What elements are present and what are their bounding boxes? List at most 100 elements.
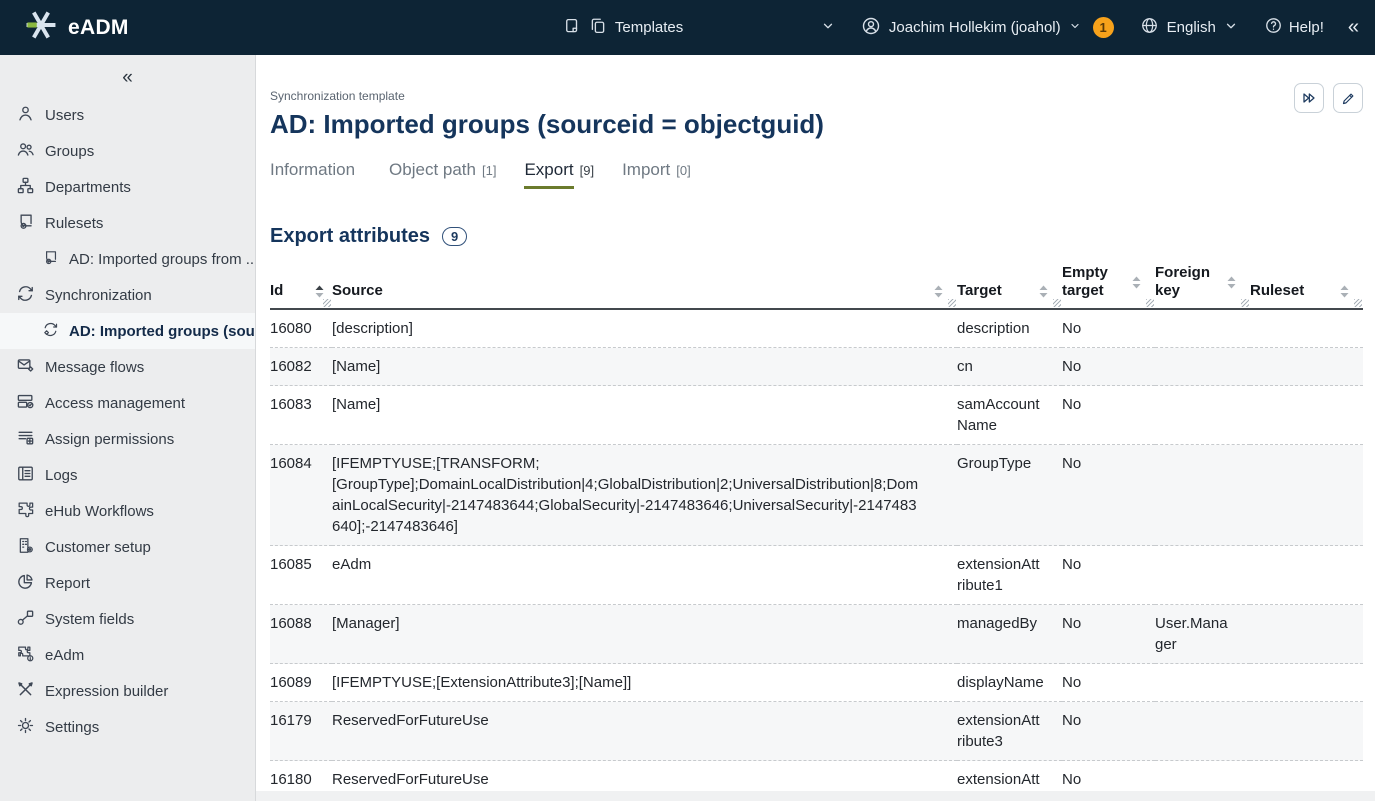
run-template-button[interactable] [1294, 83, 1324, 113]
language-dropdown[interactable]: English [1140, 16, 1238, 39]
pie-chart-icon [16, 572, 35, 595]
column-resize-handle[interactable] [1146, 299, 1154, 307]
sidebar-item-system-fields[interactable]: System fields [0, 601, 255, 637]
sidebar-item-users[interactable]: Users [0, 97, 255, 133]
gear-icon [16, 716, 35, 739]
column-header-target[interactable]: Target [957, 264, 1062, 309]
cell-foreign-key [1155, 664, 1250, 702]
sort-icon[interactable] [1227, 276, 1236, 289]
cell-empty-target: No [1062, 702, 1155, 761]
cell-target: GroupType [957, 445, 1062, 546]
sort-icon[interactable] [1132, 276, 1141, 289]
sidebar-item-report[interactable]: Report [0, 565, 255, 601]
collapse-sidebar-icon[interactable]: « [0, 63, 255, 97]
users-icon [16, 104, 35, 127]
sidebar-item-label: Expression builder [45, 683, 168, 700]
app-brand[interactable]: eADM [24, 8, 129, 47]
next-row-peek [256, 791, 1375, 801]
sidebar-item-ehub-workflows[interactable]: eHub Workflows [0, 493, 255, 529]
table-row[interactable]: 16084 [IFEMPTYUSE;[TRANSFORM; [GroupType… [270, 445, 1363, 546]
sidebar-item-settings[interactable]: Settings [0, 709, 255, 745]
sidebar-item-label: Access management [45, 395, 185, 412]
sidebar-item-assign-permissions[interactable]: Assign permissions [0, 421, 255, 457]
notification-badge[interactable]: 1 [1093, 17, 1114, 38]
sidebar-item-customer-setup[interactable]: Customer setup [0, 529, 255, 565]
sidebar-item-rulesets[interactable]: Rulesets [0, 205, 255, 241]
templates-dropdown[interactable]: Templates [563, 17, 835, 39]
sort-icon[interactable] [1340, 285, 1349, 298]
cell-foreign-key [1155, 546, 1250, 605]
cell-foreign-key [1155, 309, 1250, 348]
sync-icon [16, 284, 35, 307]
column-header-source[interactable]: Source [332, 264, 957, 309]
sort-icon[interactable] [315, 285, 324, 298]
sidebar-item-label: Departments [45, 179, 131, 196]
sidebar-item-label: Report [45, 575, 90, 592]
sidebar-item-logs[interactable]: Logs [0, 457, 255, 493]
cell-source: [IFEMPTYUSE;[ExtensionAttribute3];[Name]… [332, 664, 957, 702]
cell-empty-target: No [1062, 309, 1155, 348]
ruleset-icon [16, 212, 35, 235]
cell-id: 16080 [270, 309, 332, 348]
logs-icon [16, 464, 35, 487]
sidebar-item-eadm[interactable]: eAdm [0, 637, 255, 673]
sort-icon[interactable] [1039, 285, 1048, 298]
app-logo-icon [24, 8, 58, 47]
table-row[interactable]: 16083 [Name] samAccountName No [270, 386, 1363, 445]
cell-id: 16085 [270, 546, 332, 605]
sidebar-item-label: Logs [45, 467, 78, 484]
column-header-empty-target[interactable]: Empty target [1062, 264, 1155, 309]
sidebar-item-label: System fields [45, 611, 134, 628]
table-row[interactable]: 16089 [IFEMPTYUSE;[ExtensionAttribute3];… [270, 664, 1363, 702]
column-resize-handle[interactable] [1354, 299, 1362, 307]
chevron-down-icon [821, 19, 835, 37]
user-menu[interactable]: Joachim Hollekim (joahol) 1 [861, 16, 1114, 40]
collapse-topbar-icon[interactable]: « [1348, 16, 1359, 39]
column-resize-handle[interactable] [1241, 299, 1249, 307]
help-link[interactable]: Help! [1264, 16, 1324, 39]
edit-button[interactable] [1333, 83, 1363, 113]
template-icon [563, 17, 581, 39]
tools-icon [16, 680, 35, 703]
column-resize-handle[interactable] [323, 299, 331, 307]
sidebar-item-access-management[interactable]: Access management [0, 385, 255, 421]
cell-ruleset [1250, 386, 1363, 445]
sidebar-item-groups[interactable]: Groups [0, 133, 255, 169]
topbar: eADM Templates Joachim Hollekim (joahol) [0, 0, 1375, 55]
column-resize-handle[interactable] [948, 299, 956, 307]
sort-icon[interactable] [934, 285, 943, 298]
sidebar-item-ruleset-ad-imported-groups[interactable]: AD: Imported groups from ... [0, 241, 255, 277]
column-header-foreign-key[interactable]: Foreign key [1155, 264, 1250, 309]
tab-object-path[interactable]: Object path[1] [389, 160, 496, 180]
tab-information[interactable]: Information [270, 160, 361, 180]
user-name: Joachim Hollekim (joahol) [889, 19, 1061, 36]
tab-import[interactable]: Import[0] [622, 160, 691, 180]
table-row[interactable]: 16082 [Name] cn No [270, 348, 1363, 386]
table-row[interactable]: 16179 ReservedForFutureUse extensionAttr… [270, 702, 1363, 761]
table-row[interactable]: 16085 eAdm extensionAttribute1 No [270, 546, 1363, 605]
cell-foreign-key [1155, 445, 1250, 546]
copy-icon [589, 17, 607, 39]
cell-source: [Manager] [332, 605, 957, 664]
sidebar-item-expression-builder[interactable]: Expression builder [0, 673, 255, 709]
column-resize-handle[interactable] [1053, 299, 1061, 307]
cell-ruleset [1250, 702, 1363, 761]
app-title: eADM [68, 16, 129, 40]
sidebar-item-departments[interactable]: Departments [0, 169, 255, 205]
table-row[interactable]: 16080 [description] description No [270, 309, 1363, 348]
sidebar-item-message-flows[interactable]: Message flows [0, 349, 255, 385]
column-header-ruleset[interactable]: Ruleset [1250, 264, 1363, 309]
sidebar-item-synchronization[interactable]: Synchronization [0, 277, 255, 313]
cell-ruleset [1250, 605, 1363, 664]
sidebar-item-label: Users [45, 107, 84, 124]
cell-ruleset [1250, 664, 1363, 702]
message-flows-icon [16, 356, 35, 379]
cell-id: 16083 [270, 386, 332, 445]
table-row[interactable]: 16088 [Manager] managedBy No User.Manage… [270, 605, 1363, 664]
cell-foreign-key: User.Manager [1155, 605, 1250, 664]
sidebar-item-sync-template-ad-imported-groups[interactable]: AD: Imported groups (sour... [0, 313, 255, 349]
sidebar: « Users Groups Departments Rulesets AD: … [0, 55, 256, 801]
cell-source: [Name] [332, 348, 957, 386]
tab-export[interactable]: Export[9] [524, 160, 594, 189]
column-header-id[interactable]: Id [270, 264, 332, 309]
